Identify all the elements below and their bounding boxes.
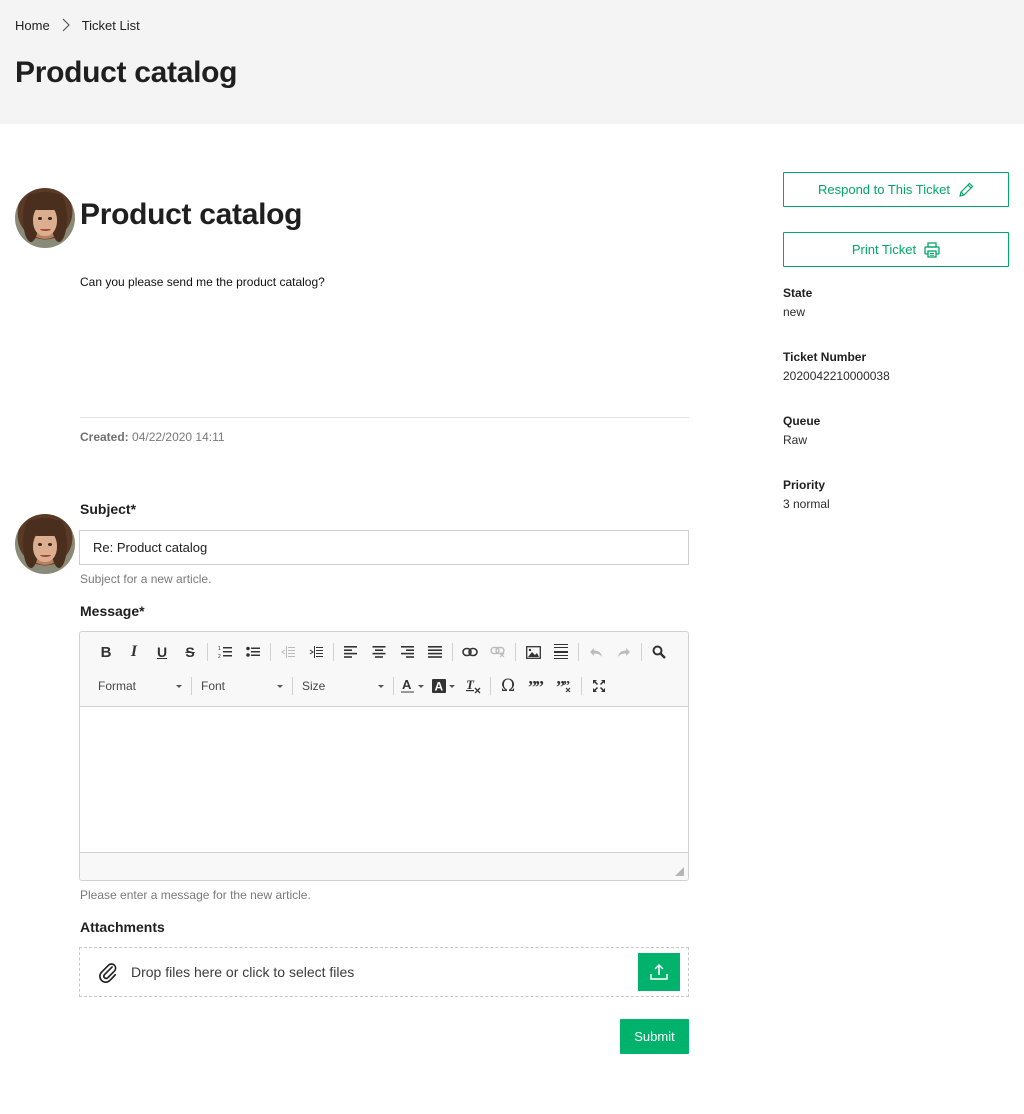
state-value: new <box>783 305 806 319</box>
svg-text:T: T <box>466 678 475 692</box>
page-header: Home Ticket List Product catalog <box>0 0 1024 124</box>
outdent-icon[interactable] <box>274 640 302 664</box>
caret-down-icon <box>418 684 424 688</box>
breadcrumb-ticket-list[interactable]: Ticket List <box>82 18 140 33</box>
italic-icon[interactable]: I <box>120 640 148 664</box>
remove-format-icon[interactable]: T <box>459 674 487 698</box>
size-label: Size <box>302 679 326 693</box>
align-center-icon[interactable] <box>365 640 393 664</box>
upload-button[interactable] <box>638 953 680 991</box>
respond-label: Respond to This Ticket <box>818 182 950 197</box>
caret-down-icon <box>378 684 384 688</box>
queue-value: Raw <box>783 433 808 447</box>
indent-icon[interactable] <box>302 640 330 664</box>
avatar <box>15 188 75 248</box>
breadcrumb-home[interactable]: Home <box>15 18 50 33</box>
paperclip-icon <box>99 963 117 983</box>
svg-text:A: A <box>435 680 444 694</box>
message-editor-area[interactable] <box>80 707 688 853</box>
caret-down-icon <box>277 684 283 688</box>
redo-icon[interactable] <box>610 640 638 664</box>
align-left-icon[interactable] <box>337 640 365 664</box>
ticket-body: Can you please send me the product catal… <box>80 275 325 289</box>
svg-text:”: ” <box>535 679 544 693</box>
subject-label: Subject* <box>80 501 137 517</box>
background-color-button[interactable]: A <box>428 674 459 698</box>
state-label: State <box>783 286 813 300</box>
blockquote-icon[interactable]: ”” <box>522 674 550 698</box>
svg-text:A: A <box>402 678 412 692</box>
image-icon[interactable] <box>519 640 547 664</box>
align-right-icon[interactable] <box>393 640 421 664</box>
subject-help: Subject for a new article. <box>80 572 212 586</box>
chevron-right-icon <box>62 18 70 32</box>
editor-footer <box>80 852 688 880</box>
unlink-icon[interactable] <box>484 640 512 664</box>
maximize-icon[interactable] <box>585 674 613 698</box>
text-color-button[interactable]: A <box>397 674 428 698</box>
text-color-icon: A <box>401 678 414 693</box>
undo-icon[interactable] <box>582 640 610 664</box>
ticket-number-value: 2020042210000038 <box>783 369 890 383</box>
format-label: Format <box>98 679 137 693</box>
created-timestamp: Created: 04/22/2020 14:11 <box>80 430 225 444</box>
size-dropdown[interactable]: Size <box>296 674 390 698</box>
remove-blockquote-icon[interactable]: ”” <box>550 674 578 698</box>
priority-value: 3 normal <box>783 497 830 511</box>
link-icon[interactable] <box>456 640 484 664</box>
numbered-list-icon[interactable]: 12 <box>211 640 239 664</box>
priority-label: Priority <box>783 478 826 492</box>
ticket-title: Product catalog <box>80 198 303 231</box>
respond-button[interactable]: Respond to This Ticket <box>783 172 1009 207</box>
queue-label: Queue <box>783 414 821 428</box>
underline-icon[interactable]: U <box>148 640 176 664</box>
rich-text-editor: B I U S 12 Format Font Size A A T Ω ” ” … <box>79 631 689 881</box>
special-character-icon[interactable]: Ω <box>494 674 522 698</box>
print-label: Print Ticket <box>851 242 917 257</box>
message-label: Message* <box>80 603 145 619</box>
svg-text:2: 2 <box>218 654 221 659</box>
attachments-label: Attachments <box>80 919 165 935</box>
submit-button[interactable]: Submit <box>620 1019 689 1054</box>
pencil-icon <box>959 182 974 197</box>
created-value: 04/22/2020 14:11 <box>132 430 225 444</box>
editor-toolbar: B I U S 12 Format Font Size A A T Ω ” ” … <box>80 632 688 707</box>
strikethrough-icon[interactable]: S <box>176 640 204 664</box>
caret-down-icon <box>176 684 182 688</box>
svg-text:1: 1 <box>218 646 221 652</box>
page-title: Product catalog <box>15 56 238 89</box>
font-label: Font <box>201 679 226 693</box>
breadcrumb: Home Ticket List <box>15 17 140 33</box>
divider <box>80 417 689 418</box>
justify-icon[interactable] <box>421 640 449 664</box>
print-ticket-button[interactable]: Print Ticket <box>783 232 1009 267</box>
bulleted-list-icon[interactable] <box>239 640 267 664</box>
avatar <box>15 514 75 574</box>
dropzone-text: Drop files here or click to select files <box>131 964 355 980</box>
subject-input[interactable] <box>79 530 689 565</box>
upload-icon <box>650 963 668 980</box>
find-icon[interactable] <box>645 640 673 664</box>
printer-icon <box>924 241 940 258</box>
created-label: Created: <box>80 430 129 444</box>
bold-icon[interactable]: B <box>92 640 120 664</box>
resize-grip-icon[interactable] <box>675 867 684 876</box>
font-dropdown[interactable]: Font <box>195 674 289 698</box>
background-color-icon: A <box>432 679 446 693</box>
attachment-dropzone[interactable]: Drop files here or click to select files <box>79 947 689 997</box>
message-help: Please enter a message for the new artic… <box>80 888 311 902</box>
ticket-number-label: Ticket Number <box>783 350 867 364</box>
horizontal-line-icon[interactable] <box>547 640 575 664</box>
caret-down-icon <box>449 684 455 688</box>
format-dropdown[interactable]: Format <box>92 674 188 698</box>
